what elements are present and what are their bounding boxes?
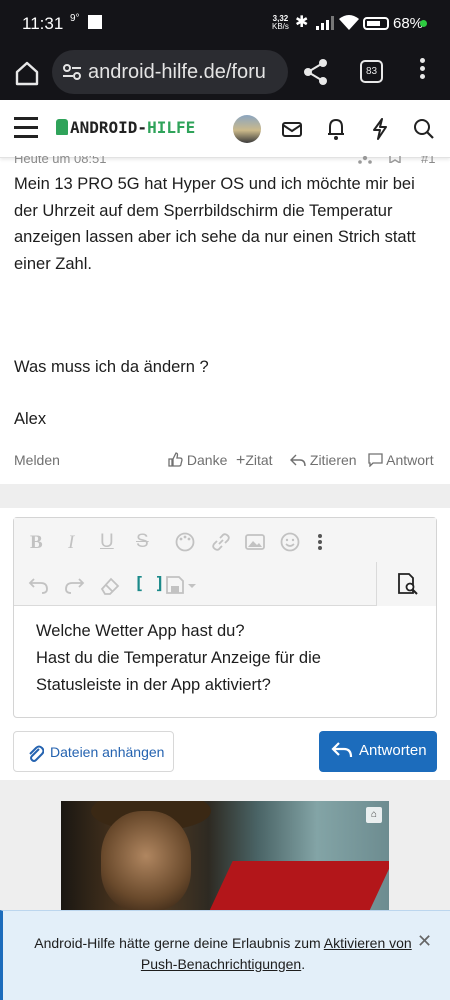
inbox-icon[interactable]: [282, 117, 302, 141]
browser-toolbar: android-hilfe.de/foru 83: [0, 46, 450, 100]
network-speed: 3,32 KB/s: [272, 14, 289, 31]
wifi-icon: [339, 15, 359, 30]
thumbs-up-icon: [168, 452, 183, 467]
bbcode-toggle-icon[interactable]: [ ]: [134, 574, 165, 594]
battery-icon: [363, 17, 389, 30]
report-link[interactable]: Melden: [14, 452, 60, 468]
menu-icon[interactable]: [14, 117, 38, 144]
color-palette-icon[interactable]: [174, 532, 196, 552]
close-icon[interactable]: ✕: [417, 931, 432, 952]
site-settings-icon[interactable]: [62, 62, 82, 82]
reply-editor[interactable]: B I U S [ ] Welche Wetter App hast du? H…: [13, 517, 437, 718]
post-signature: Alex: [14, 410, 47, 428]
more-options-icon[interactable]: [318, 534, 323, 550]
status-time: 11:31: [22, 14, 64, 33]
underline-icon[interactable]: U: [100, 531, 114, 553]
section-divider: [0, 484, 450, 508]
url-text[interactable]: android-hilfe.de/foru: [88, 61, 266, 84]
home-icon[interactable]: [12, 58, 42, 88]
post-paragraph: Was muss ich da ändern ?: [14, 358, 209, 376]
redo-icon[interactable]: [63, 575, 85, 595]
battery-percent: 68%: [393, 15, 424, 32]
search-icon[interactable]: [413, 117, 435, 141]
image-icon[interactable]: [245, 534, 265, 551]
link-icon[interactable]: [210, 532, 232, 552]
status-bar: 11:31 9° 3,32 KB/s ✱ 68%: [0, 0, 450, 46]
share-post-icon[interactable]: [358, 156, 372, 164]
address-bar[interactable]: android-hilfe.de/foru: [52, 50, 288, 94]
editor-line: Hast du die Temperatur Anzeige für die: [36, 649, 321, 667]
quote-button[interactable]: +Zitat: [236, 452, 273, 470]
preview-icon: [398, 573, 418, 595]
italic-icon[interactable]: I: [68, 532, 74, 554]
editor-line: Welche Wetter App hast du?: [36, 622, 245, 640]
editor-line: Statusleiste in der App aktiviert?: [36, 676, 271, 694]
paperclip-icon: [29, 745, 44, 762]
bookmark-icon[interactable]: [389, 156, 401, 163]
editor-content[interactable]: Welche Wetter App hast du? Hast du die T…: [36, 618, 321, 699]
editor-toolbar: B I U S [ ]: [14, 518, 436, 606]
emoji-icon[interactable]: [280, 532, 300, 552]
attach-files-button[interactable]: Dateien anhängen: [13, 731, 174, 772]
preview-button[interactable]: [376, 562, 436, 606]
notice-message: Android-Hilfe hätte gerne deine Erlaubni…: [34, 935, 412, 972]
signal-icon: [316, 16, 334, 30]
android-robot-icon: [56, 119, 68, 135]
privacy-dot-icon: [420, 20, 427, 27]
thanks-button[interactable]: Danke: [168, 452, 227, 468]
push-notification-banner: Android-Hilfe hätte gerne deine Erlaubni…: [0, 910, 450, 1000]
eraser-icon[interactable]: [99, 576, 121, 596]
submit-reply-button[interactable]: Antworten: [319, 731, 437, 772]
whats-new-icon[interactable]: [370, 117, 390, 141]
cite-button[interactable]: Zitieren: [290, 452, 357, 468]
save-draft-icon[interactable]: [166, 576, 198, 596]
notification-icon: [88, 15, 102, 29]
advertisement-image[interactable]: [61, 801, 389, 911]
site-logo[interactable]: ANDROID-HILFE: [56, 118, 195, 137]
browser-menu-icon[interactable]: [420, 58, 426, 82]
bold-icon[interactable]: B: [30, 532, 43, 554]
tab-count-button[interactable]: 83: [360, 60, 383, 83]
reply-icon: [331, 742, 353, 758]
bluetooth-icon: ✱: [295, 14, 309, 31]
status-temperature: 9°: [70, 13, 80, 24]
notifications-icon[interactable]: [326, 117, 346, 141]
share-icon[interactable]: [302, 58, 330, 86]
user-avatar[interactable]: [233, 115, 261, 143]
comment-icon: [368, 453, 383, 468]
plus-icon: +: [236, 452, 246, 469]
strikethrough-icon[interactable]: S: [136, 531, 149, 553]
ad-info-icon[interactable]: ⌂: [366, 807, 382, 823]
reply-link[interactable]: Antwort: [368, 452, 434, 468]
post-paragraph: Mein 13 PRO 5G hat Hyper OS und ich möch…: [14, 175, 416, 273]
reply-arrow-icon: [290, 454, 306, 467]
undo-icon[interactable]: [28, 575, 50, 595]
